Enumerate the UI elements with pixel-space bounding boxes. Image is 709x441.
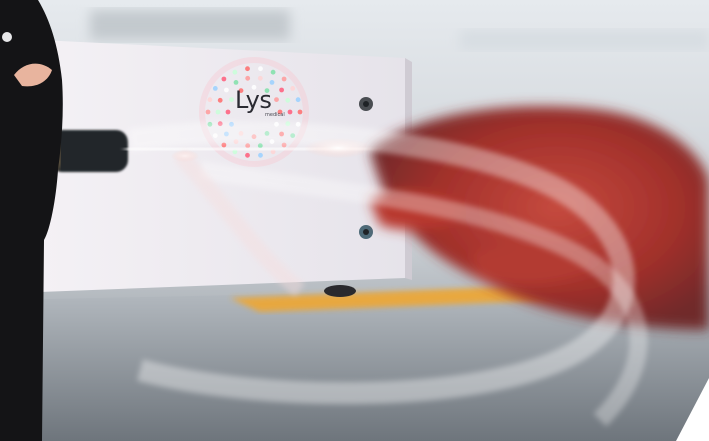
led-dot [215, 109, 221, 115]
led-dot [225, 109, 231, 115]
led-dot [212, 86, 218, 91]
screw-bottom-center [363, 229, 369, 235]
led-dot [295, 97, 301, 103]
led-dot [281, 76, 287, 82]
led-dot [232, 69, 238, 75]
device-foot [324, 285, 356, 297]
brand-logo-subtext: medical [265, 112, 285, 118]
led-dot [258, 152, 263, 158]
photo-scene: Lys medical [0, 0, 709, 441]
background-object [90, 10, 290, 40]
led-dot [285, 97, 291, 103]
led-dot [207, 97, 213, 103]
photo-illustration [0, 0, 709, 441]
screw-top-center [363, 101, 369, 107]
led-dot [245, 152, 250, 158]
led-dot [297, 109, 303, 115]
background-shelf [460, 30, 709, 50]
led-dot [258, 66, 263, 72]
led-dot [290, 86, 296, 91]
led-dot [233, 80, 239, 85]
connector-body [50, 130, 128, 172]
led-dot [205, 109, 211, 115]
led-dot [270, 69, 276, 75]
led-dot [245, 66, 250, 72]
led-dot [279, 87, 284, 93]
led-dot [269, 80, 275, 85]
led-dot [274, 97, 279, 102]
led-dot [287, 109, 293, 115]
led-dot [217, 97, 223, 103]
led-dot [257, 75, 263, 81]
brand-logo: Lys [235, 86, 272, 114]
led-dot [245, 75, 251, 81]
badge-pin [2, 32, 12, 42]
led-dot [229, 97, 234, 102]
led-dot [224, 87, 229, 93]
led-dot [221, 76, 227, 82]
